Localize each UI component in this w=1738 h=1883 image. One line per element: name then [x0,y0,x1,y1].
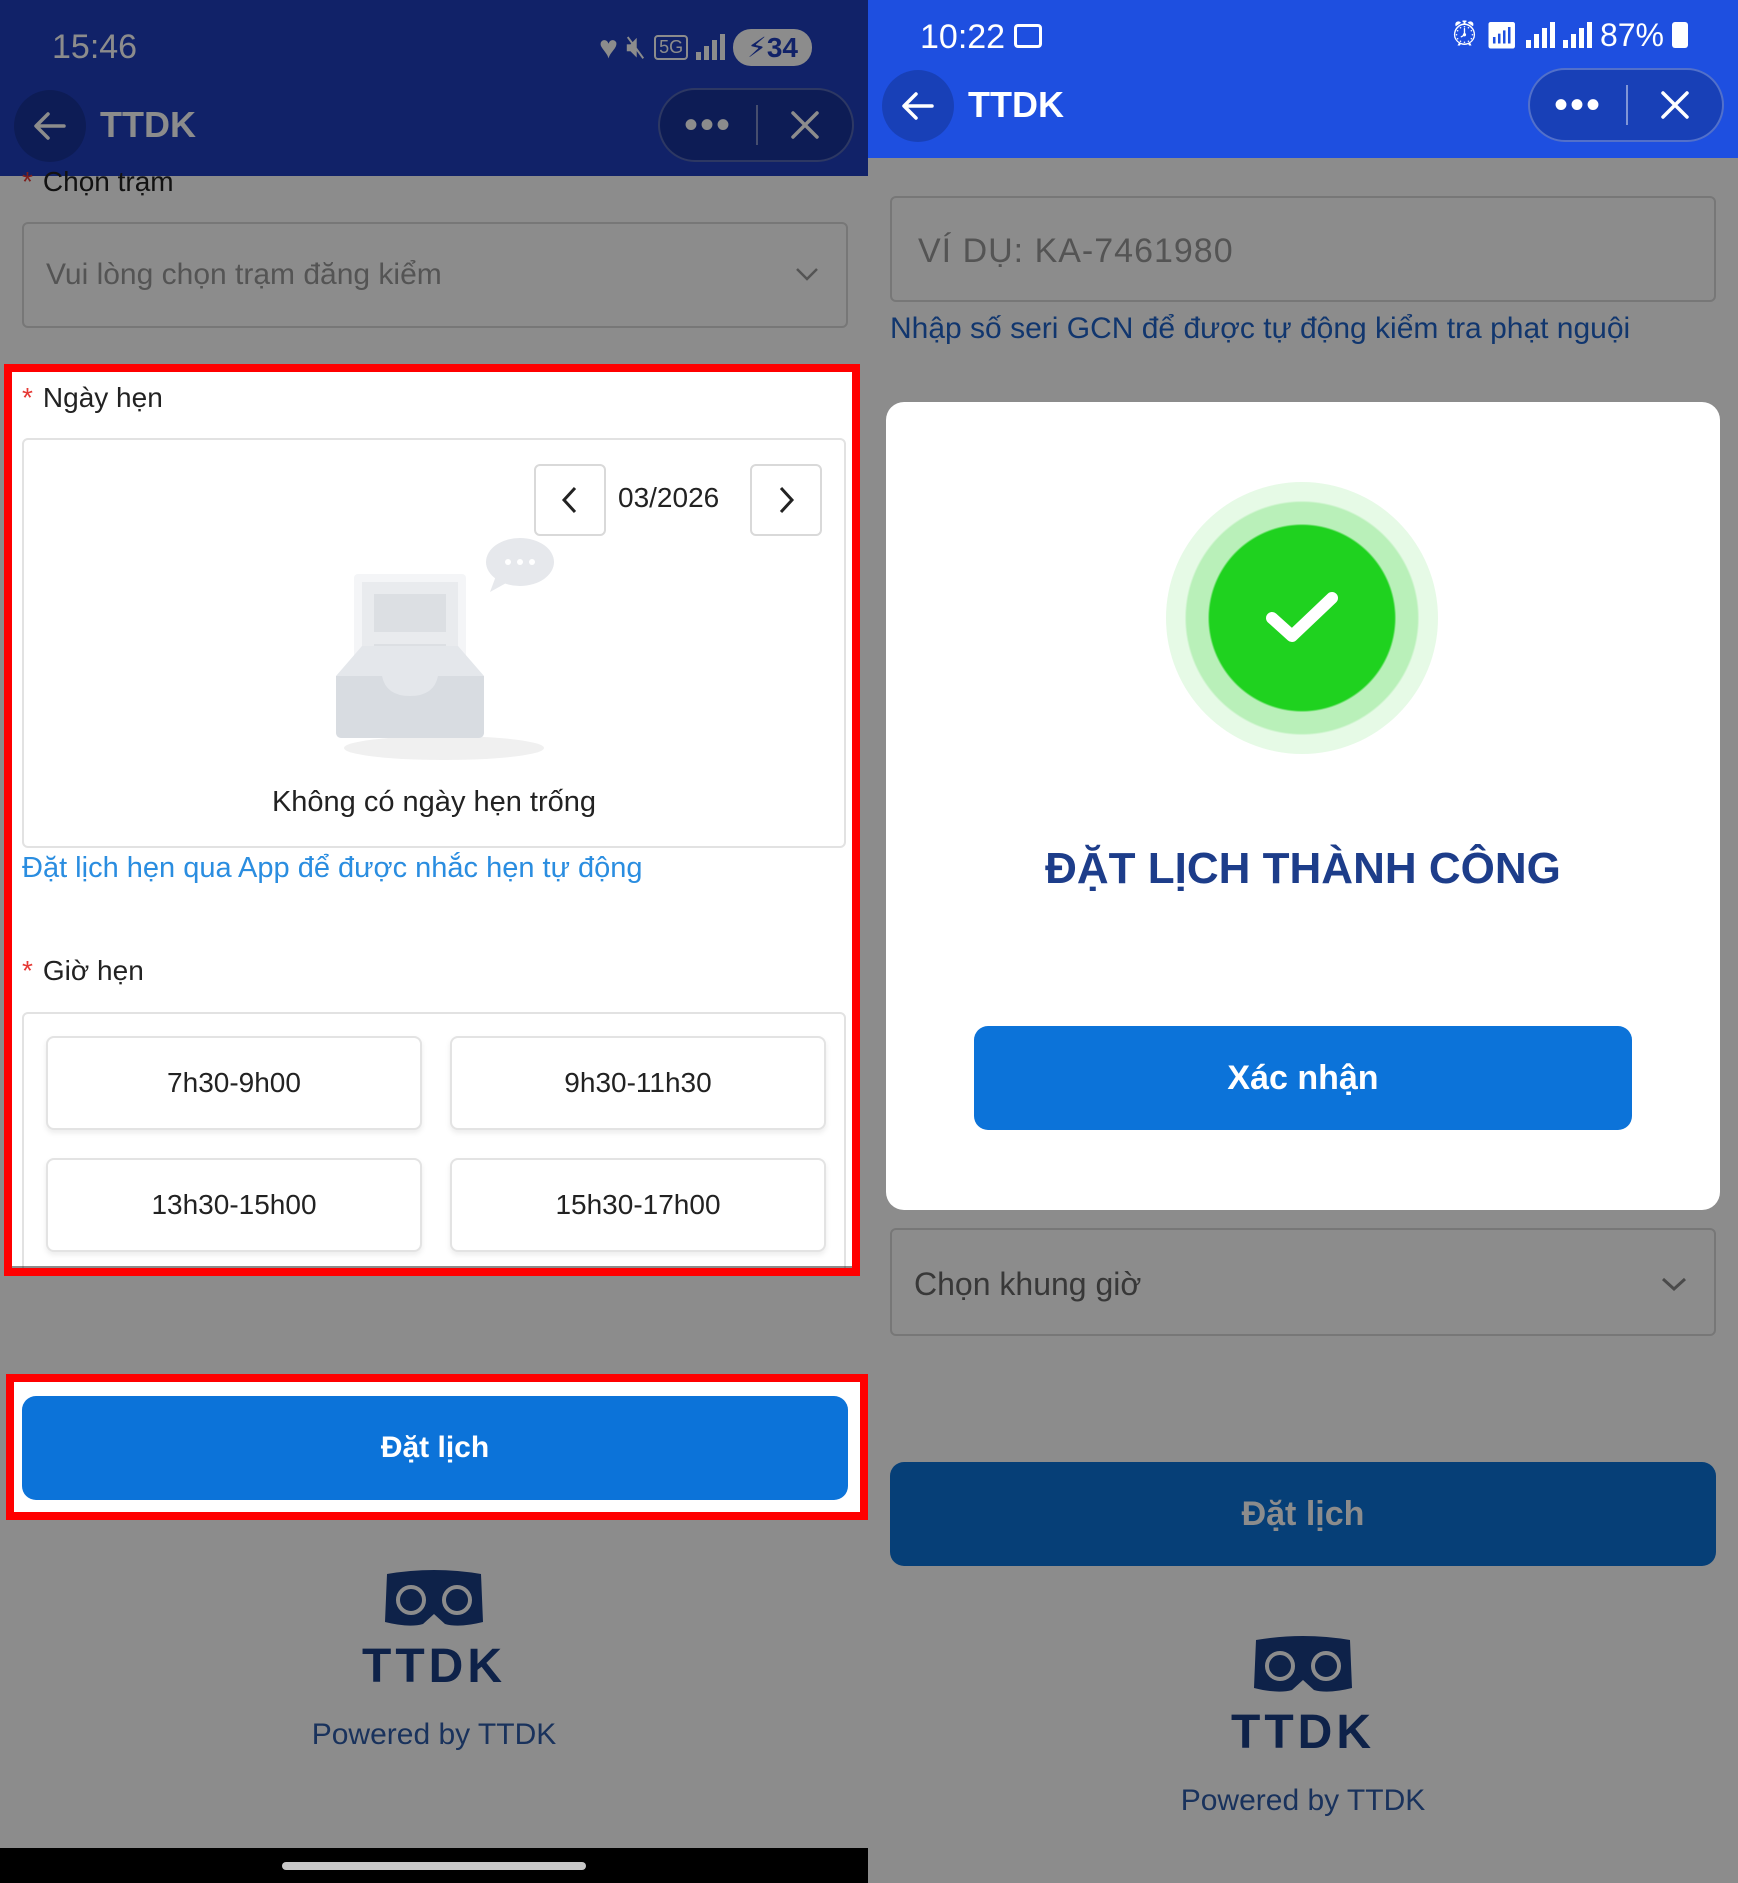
station-label: * Chọn trạm [22,166,174,198]
empty-dates-message: Không có ngày hẹn trống [271,786,597,818]
time-slot-button[interactable]: 9h30-11h30 [450,1036,826,1130]
powered-by-text: Powered by TTDK [1180,1784,1426,1817]
app-header: 15:46 ♥ 🔇︎ 5G ⚡34 TTDK ••• [0,0,868,176]
battery-icon [1672,22,1688,48]
success-title: ĐẶT LỊCH THÀNH CÔNG [1045,844,1561,893]
next-month-button[interactable] [750,464,822,536]
time-slot-button[interactable]: 13h30-15h00 [46,1158,422,1252]
book-button[interactable]: Đặt lịch [22,1396,848,1500]
ttdk-logo-icon [385,1570,483,1626]
serial-hint: Nhập số seri GCN để được tự động kiểm tr… [890,312,1631,345]
chevron-right-icon [779,486,795,514]
app-header: 10:22 ⏰︎ 📶︎ 87% TTDK ••• [868,0,1738,158]
checkmark-icon [1266,592,1338,642]
close-icon [791,111,819,139]
left-screenshot: 15:46 ♥ 🔇︎ 5G ⚡34 TTDK ••• * Chọn trạm V… [0,0,868,1883]
station-select[interactable]: Vui lòng chọn trạm đăng kiểm [22,222,848,328]
status-icons: ♥ 🔇︎ 5G ⚡34 [599,28,812,66]
time-slot-button[interactable]: 15h30-17h00 [450,1158,826,1252]
required-mark: * [22,382,33,413]
arrow-left-icon [34,112,66,140]
back-button[interactable] [14,90,86,162]
station-placeholder: Vui lòng chọn trạm đăng kiểm [46,258,442,291]
time-label: * Giờ hẹn [22,955,144,987]
app-title: TTDK [100,104,196,145]
footer-logo: TTDK Powered by TTDK [868,1634,1738,1818]
month-label: 03/2026 [618,482,720,513]
time-slot-button[interactable]: 7h30-9h00 [46,1036,422,1130]
back-button[interactable] [882,70,954,142]
date-label: * Ngày hẹn [22,382,163,414]
network-label: 5G [654,34,689,60]
home-indicator[interactable] [282,1862,586,1870]
close-button[interactable] [758,108,852,142]
battery-level: 34 [766,31,798,63]
success-badge [1166,482,1438,754]
confirm-button[interactable]: Xác nhận [974,1026,1632,1130]
app-title: TTDK [968,84,1064,125]
required-mark: * [22,955,33,986]
success-dialog: ĐẶT LỊCH THÀNH CÔNG Xác nhận [886,402,1720,1210]
more-options-button[interactable]: ••• [1530,75,1626,135]
gallery-icon [1014,24,1042,48]
nav-row: TTDK ••• [0,82,868,172]
nav-row: TTDK ••• [868,62,1738,152]
mute-icon: 🔇︎ [625,28,647,64]
date-picker: 03/2026 Không có ngày hẹn trống [22,438,846,848]
right-screenshot: VÍ DỤ: KA-7461980 Nhập số seri GCN để đư… [868,0,1738,1883]
close-button[interactable] [1628,88,1722,122]
time-frame-select[interactable]: Chọn khung giờ [890,1228,1716,1336]
time-frame-placeholder: Chọn khung giờ [914,1266,1142,1302]
alarm-icon: ⏰︎ [1451,16,1477,52]
close-icon [1661,91,1689,119]
status-bar: 15:46 ♥ 🔇︎ 5G ⚡34 [0,0,868,80]
prev-month-button[interactable] [534,464,606,536]
status-icons: ⏰︎ 📶︎ 87% [1452,16,1688,54]
arrow-left-icon [902,92,934,120]
required-mark: * [22,166,33,197]
mini-app-capsule: ••• [1528,68,1724,142]
time-label-text: Giờ hẹn [42,955,144,986]
status-time: 10:22 [920,18,1006,56]
ttdk-logo-icon [1254,1636,1352,1692]
logo-text: TTDK [1231,1706,1375,1759]
signal-icon [696,34,726,60]
more-options-button[interactable]: ••• [660,95,756,155]
app-reminder-link[interactable]: Đặt lịch hẹn qua App để được nhắc hẹn tự… [22,852,643,885]
signal-icon [1525,22,1555,48]
logo-text: TTDK [362,1640,506,1693]
mini-app-capsule: ••• [658,88,854,162]
status-time: 15:46 [52,28,138,66]
powered-by-text: Powered by TTDK [311,1718,557,1751]
signal-icon-2 [1562,22,1592,48]
station-label-text: Chọn trạm [42,166,174,197]
empty-inbox-illustration [336,538,554,760]
date-label-text: Ngày hẹn [42,382,163,413]
book-button[interactable]: Đặt lịch [890,1462,1716,1566]
time-slot-grid: 7h30-9h00 9h30-11h30 13h30-15h00 15h30-1… [22,1012,846,1274]
chevron-left-icon [561,486,577,514]
wifi-icon: 📶︎ [1484,19,1518,50]
battery-level: 87% [1599,16,1664,53]
serial-input[interactable]: VÍ DỤ: KA-7461980 [890,196,1716,302]
battery-indicator: ⚡34 [733,28,812,66]
chevron-down-icon [1661,1277,1687,1292]
footer-logo: TTDK Powered by TTDK [0,1568,868,1752]
chevron-down-icon [796,268,818,281]
heart-icon: ♥ [598,28,618,65]
serial-placeholder: VÍ DỤ: KA-7461980 [918,232,1234,270]
